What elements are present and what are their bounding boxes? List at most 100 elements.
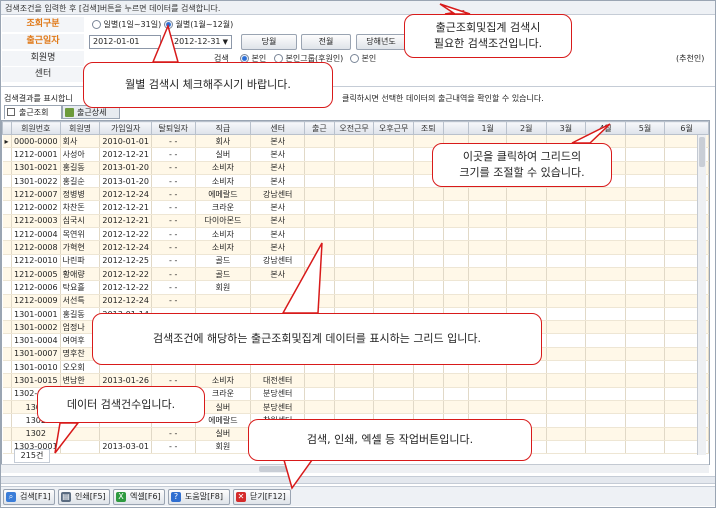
column-header[interactable]: 탈퇴일자 [150, 121, 196, 135]
help-button[interactable]: ? 도움말[F8] [168, 489, 230, 505]
grid-resize-splitter[interactable] [1, 476, 715, 484]
column-header[interactable]: 회원번호 [10, 121, 61, 135]
table-cell [373, 294, 414, 308]
table-cell [585, 240, 626, 255]
column-header[interactable]: 6월 [664, 121, 709, 135]
vscroll-thumb[interactable] [699, 137, 705, 167]
date-to-input[interactable]: 2012-12-31 ▼ [170, 35, 232, 49]
column-header[interactable] [442, 121, 470, 135]
table-cell [585, 400, 626, 415]
callout-resize: 이곳을 클릭하여 그리드의 크기를 조절할 수 있습니다. [432, 143, 612, 187]
table-cell: 정병병 [60, 187, 101, 202]
column-header[interactable]: 4월 [585, 121, 626, 135]
table-cell: 오오회 [60, 360, 101, 375]
table-row[interactable]: 1212-0009 서선특 2012-12-24- - [2, 294, 709, 308]
member-label: 회원명 [2, 51, 84, 66]
column-header[interactable]: 센터 [250, 121, 306, 135]
radio-self-all[interactable]: 본인 [350, 53, 376, 64]
table-cell: - - [151, 427, 196, 441]
excel-button[interactable]: X 엑셀[F6] [113, 489, 165, 505]
table-cell [585, 307, 626, 322]
chevron-down-icon[interactable]: ▼ [223, 36, 228, 48]
column-header[interactable]: 직급 [194, 121, 252, 135]
table-row[interactable]: 1212-0005 황애량 2012-12-22- - 골드 본사 [2, 267, 709, 282]
table-cell: 본사 [250, 134, 306, 149]
table-cell [443, 280, 470, 295]
column-header[interactable]: 2월 [505, 121, 547, 135]
table-cell: 1212-0006 [11, 280, 61, 295]
radio-self-all-icon [350, 54, 359, 63]
table-cell: 2012-12-22 [99, 280, 152, 295]
column-header[interactable]: 가입일자 [99, 121, 152, 135]
date-from-input[interactable]: 2012-01-01 [89, 35, 161, 49]
column-header[interactable]: 출근 [304, 121, 335, 135]
table-cell [304, 267, 335, 282]
table-cell [585, 227, 626, 242]
table-cell [468, 267, 507, 282]
table-row[interactable]: 1212-0004 목연위 2012-12-22- - 소비자 본사 [2, 227, 709, 242]
table-cell [625, 320, 666, 335]
table-cell: 1301-0022 [11, 174, 61, 189]
row-indicator [2, 174, 12, 189]
table-cell [546, 294, 587, 308]
table-cell [373, 387, 414, 401]
table-cell [334, 280, 375, 295]
table-row[interactable]: 1212-0002 차찬돈 2012-12-21- - 크라운 본사 [2, 200, 709, 215]
column-header[interactable]: 오후근무 [373, 121, 414, 135]
this-month-button[interactable]: 당월 [241, 34, 297, 50]
table-cell: 2012-12-24 [99, 294, 152, 308]
table-cell [334, 227, 375, 242]
table-cell: 회원 [195, 440, 252, 455]
vertical-scrollbar[interactable] [697, 135, 706, 455]
table-row[interactable]: 1212-0008 가혁현 2012-12-24- - 소비자 본사 [2, 240, 709, 255]
row-indicator [2, 347, 12, 362]
column-header[interactable]: 5월 [624, 121, 666, 135]
table-cell [443, 294, 470, 308]
table-cell: 목연위 [60, 227, 101, 242]
close-button[interactable]: ✕ 닫기[F12] [233, 489, 291, 505]
table-cell [506, 200, 547, 215]
table-cell: - - [151, 280, 196, 295]
prev-month-button[interactable]: 전월 [301, 34, 351, 50]
button-label: 닫기[F12] [250, 492, 286, 501]
table-cell [585, 387, 626, 401]
table-cell: - - [151, 214, 196, 229]
horizontal-scrollbar[interactable] [1, 464, 709, 473]
table-row[interactable]: 1212-0003 심국시 2012-12-21- - 다이아몬드 본사 [2, 214, 709, 229]
table-cell: 본사 [250, 200, 306, 215]
table-cell: 골드 [195, 267, 252, 282]
column-header[interactable]: 조퇴 [412, 121, 444, 135]
table-cell [443, 240, 470, 255]
radio-daily[interactable]: 일별(1일~31일) [92, 19, 161, 30]
print-button[interactable]: ▤ 인쇄[F5] [58, 489, 110, 505]
table-cell [625, 200, 666, 215]
table-cell: 2013-01-20 [99, 161, 152, 175]
search-button[interactable]: ⌕ 검색[F1] [3, 489, 55, 505]
table-row[interactable]: 1212-0010 나린파 2012-12-25- - 골드 강남센터 [2, 254, 709, 268]
radio-monthly[interactable]: 월별(1월~12월) [164, 19, 233, 30]
column-header[interactable]: 1월 [468, 121, 507, 135]
table-cell [546, 320, 587, 335]
table-icon [7, 108, 15, 116]
table-cell [373, 187, 414, 202]
table-row[interactable]: 1212-0007 정병병 2012-12-24- - 에메랄드 강남센터 [2, 187, 709, 202]
row-indicator [2, 267, 12, 282]
row-indicator: ▸ [2, 134, 12, 149]
table-cell [413, 267, 444, 282]
close-icon: ✕ [236, 492, 246, 502]
table-row[interactable]: 1212-0006 탁요흘 2012-12-22- - 회원 [2, 280, 709, 295]
this-year-button[interactable]: 당해년도 [356, 34, 406, 50]
table-cell: 골드 [195, 254, 252, 268]
recommend-tail: (추천인) [676, 54, 705, 63]
radio-monthly-label: 월별(1월~12월) [175, 20, 234, 29]
column-header[interactable]: 오전근무 [333, 121, 375, 135]
print-icon: ▤ [61, 492, 71, 502]
table-cell [334, 147, 375, 162]
table-cell: 가혁현 [60, 240, 101, 255]
tab-attendance[interactable]: 출근조회 [4, 105, 62, 119]
column-header[interactable]: 3월 [545, 121, 587, 135]
hscroll-thumb[interactable] [259, 466, 287, 472]
column-header[interactable]: 회원명 [59, 121, 101, 135]
table-cell [625, 227, 666, 242]
button-label: 검색[F1] [20, 492, 51, 501]
